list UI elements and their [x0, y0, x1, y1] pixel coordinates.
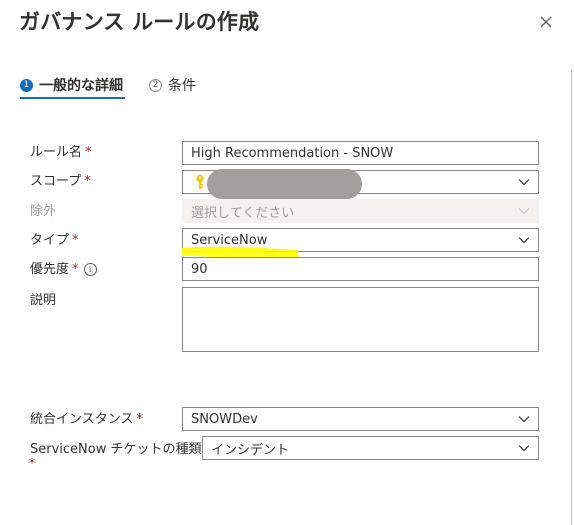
required-marker: * [29, 456, 35, 470]
ticket-type-dropdown[interactable]: インシデント [202, 436, 539, 460]
ticket-type-label: ServiceNow チケットの種類 [30, 442, 202, 457]
chevron-down-icon [518, 237, 530, 244]
scope-label: スコープ * [30, 174, 91, 189]
required-marker: * [84, 174, 91, 189]
exclude-label: 除外 [30, 204, 57, 219]
chevron-down-icon [518, 208, 530, 215]
type-label: タイプ * [30, 233, 79, 248]
required-marker: * [72, 233, 79, 248]
panel-title: ガバナンス ルールの作成 [19, 10, 260, 34]
create-governance-rule-panel: ガバナンス ルールの作成 1 一般的な詳細 2 条件 ルール名 * High Re… [0, 0, 574, 525]
integration-instance-label: 統合インスタンス * [30, 412, 143, 427]
active-tab-indicator [20, 97, 125, 99]
integration-instance-value: SNOWDev [191, 411, 258, 427]
tab-label: 条件 [168, 78, 196, 94]
required-marker: * [136, 412, 143, 427]
exclude-dropdown: 選択してください [182, 199, 539, 223]
rule-name-input[interactable]: High Recommendation - SNOW [182, 141, 539, 165]
tab-general-details[interactable]: 1 一般的な詳細 [20, 70, 123, 100]
close-icon[interactable] [538, 14, 554, 30]
step-number: 2 [149, 78, 162, 92]
integration-instance-dropdown[interactable]: SNOWDev [182, 407, 539, 431]
tab-conditions[interactable]: 2 条件 [149, 70, 196, 100]
scope-dropdown[interactable] [182, 169, 539, 199]
step-number: 1 [20, 78, 33, 92]
required-marker: * [85, 145, 92, 160]
chevron-down-icon [518, 445, 530, 452]
rule-name-value: High Recommendation - SNOW [191, 145, 394, 161]
chevron-down-icon [518, 179, 530, 186]
key-icon [196, 174, 204, 189]
chevron-down-icon [518, 416, 530, 423]
rule-name-label: ルール名 * [30, 145, 92, 160]
tab-label: 一般的な詳細 [39, 78, 123, 94]
info-icon[interactable]: i [83, 263, 97, 276]
description-textarea[interactable] [182, 287, 539, 352]
description-label: 説明 [30, 293, 57, 308]
exclude-placeholder: 選択してください [191, 205, 295, 221]
ticket-type-value: インシデント [211, 442, 290, 458]
priority-label: 優先度 * i [30, 258, 97, 277]
priority-value: 90 [191, 261, 208, 277]
scrollbar-track[interactable] [571, 70, 572, 525]
required-marker: * [72, 262, 79, 277]
redacted-scope-value [207, 169, 362, 199]
priority-input[interactable]: 90 [182, 257, 539, 281]
